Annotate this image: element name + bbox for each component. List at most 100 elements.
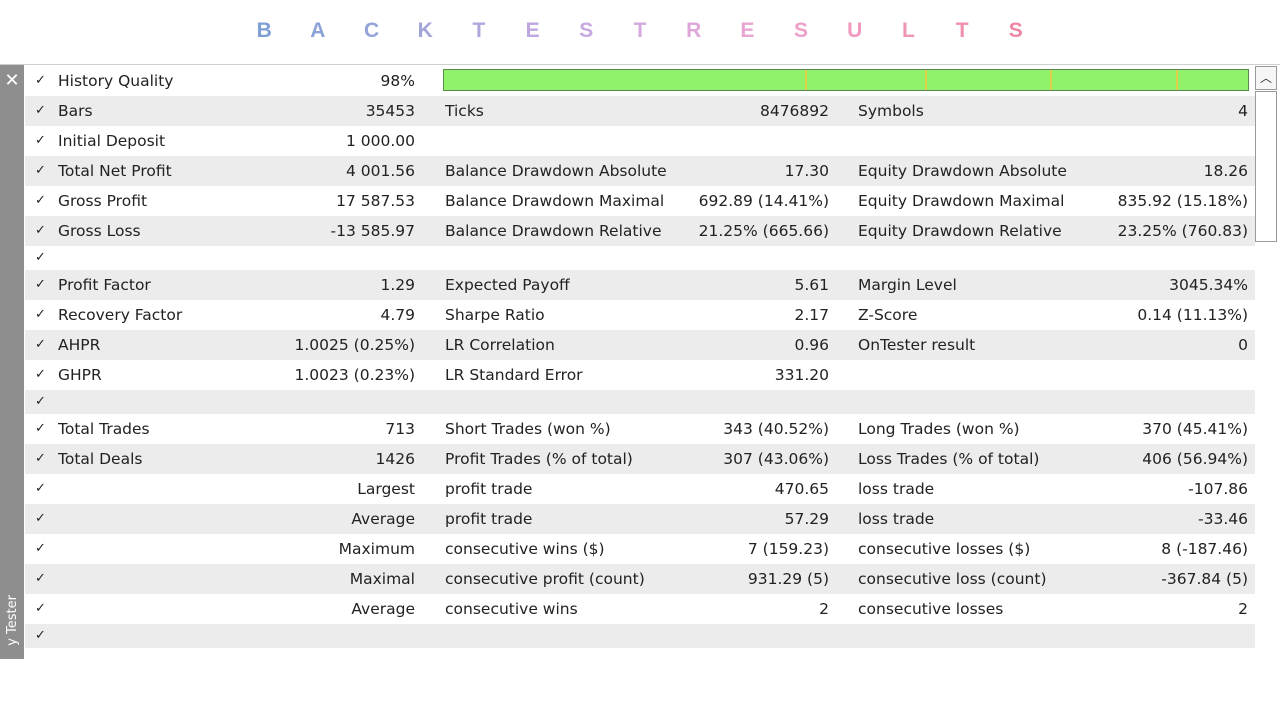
cell-label-1: Bars xyxy=(58,102,93,120)
title-letter: S xyxy=(794,19,809,42)
table-row: ✓ Average consecutive wins 2 consecutive los… xyxy=(25,594,1255,624)
cell-value-3: 23.25% (760.83) xyxy=(1117,222,1248,240)
table-row: ✓ Initial Deposit 1 000.00 xyxy=(25,126,1255,156)
check-icon[interactable]: ✓ xyxy=(35,624,49,648)
cell-value-3: 3045.34% xyxy=(1169,276,1248,294)
cell-value-2: 692.89 (14.41%) xyxy=(698,192,829,210)
check-icon[interactable]: ✓ xyxy=(35,504,49,534)
check-icon[interactable]: ✓ xyxy=(35,474,49,504)
check-icon[interactable]: ✓ xyxy=(35,126,49,156)
cell-value-1: Maximal xyxy=(349,570,415,588)
title-letter: C xyxy=(363,19,380,42)
table-row: ✓ History Quality 98% xyxy=(25,66,1255,96)
check-icon[interactable]: ✓ xyxy=(35,330,49,360)
check-icon[interactable]: ✓ xyxy=(35,390,49,414)
check-icon[interactable]: ✓ xyxy=(35,270,49,300)
title-letter: U xyxy=(847,19,863,42)
check-icon[interactable]: ✓ xyxy=(35,156,49,186)
check-icon[interactable]: ✓ xyxy=(35,216,49,246)
cell-value-3: -33.46 xyxy=(1198,510,1248,528)
cell-value-3: 4 xyxy=(1238,102,1248,120)
check-icon[interactable]: ✓ xyxy=(35,564,49,594)
cell-value-2: 7 (159.23) xyxy=(747,540,829,558)
title-letter: T xyxy=(633,19,647,42)
cell-value-2: 57.29 xyxy=(784,510,829,528)
cell-value-2: 470.65 xyxy=(774,480,829,498)
check-icon[interactable]: ✓ xyxy=(35,414,49,444)
cell-value-3: 835.92 (15.18%) xyxy=(1117,192,1248,210)
title-letter: R xyxy=(686,19,702,42)
check-icon[interactable]: ✓ xyxy=(35,186,49,216)
cell-value-3: 0 xyxy=(1238,336,1248,354)
cell-value-2: 343 (40.52%) xyxy=(723,420,829,438)
title-letter: T xyxy=(955,19,969,42)
cell-label-1: Total Trades xyxy=(58,420,150,438)
cell-value-2: 331.20 xyxy=(774,366,829,384)
cell-value-1: 713 xyxy=(385,420,415,438)
title-letter: E xyxy=(525,19,540,42)
table-row: ✓ xyxy=(25,624,1255,648)
cell-label-1: GHPR xyxy=(58,366,102,384)
results-table: ✓ History Quality 98% ✓ Bars 35453 Ticks 847689… xyxy=(25,66,1255,659)
title-letter: S xyxy=(579,19,594,42)
check-icon[interactable]: ✓ xyxy=(35,66,49,96)
check-icon[interactable]: ✓ xyxy=(35,96,49,126)
cell-value-1: Average xyxy=(351,600,415,618)
cell-label-1: History Quality xyxy=(58,72,174,90)
table-row: ✓ Recovery Factor 4.79 Sharpe Ratio 2.17 Z-Sc… xyxy=(25,300,1255,330)
cell-value-1: Maximum xyxy=(338,540,415,558)
title-letter: T xyxy=(472,19,486,42)
cell-value-1: 1 000.00 xyxy=(345,132,415,150)
table-row: ✓ Largest profit trade 470.65 loss trade -107… xyxy=(25,474,1255,504)
cell-value-3: 18.26 xyxy=(1203,162,1248,180)
cell-value-2: 17.30 xyxy=(784,162,829,180)
scroll-thumb[interactable] xyxy=(1255,91,1277,242)
tester-side-bar: ✕ y Tester xyxy=(0,65,24,659)
side-tab-label[interactable]: y Tester xyxy=(3,595,23,665)
check-icon[interactable]: ✓ xyxy=(35,594,49,624)
table-row: ✓ Total Deals 1426 Profit Trades (% of tota… xyxy=(25,444,1255,474)
title-letter: S xyxy=(1008,19,1023,42)
quality-gap-mark xyxy=(1050,70,1052,90)
table-row: ✓ Total Net Profit 4 001.56 Balance Drawdow… xyxy=(25,156,1255,186)
cell-value-1: 98% xyxy=(380,72,415,90)
vertical-scrollbar[interactable]: ︿ xyxy=(1255,66,1279,659)
cell-value-2: 307 (43.06%) xyxy=(723,450,829,468)
check-icon[interactable]: ✓ xyxy=(35,360,49,390)
cell-value-1: 35453 xyxy=(365,102,415,120)
check-icon[interactable]: ✓ xyxy=(35,444,49,474)
table-row: ✓ Average profit trade 57.29 loss trade -33.4… xyxy=(25,504,1255,534)
cell-value-1: 4 001.56 xyxy=(345,162,415,180)
table-row: ✓ Total Trades 713 Short Trades (won %) 343 … xyxy=(25,414,1255,444)
cell-value-1: 1.0023 (0.23%) xyxy=(294,366,416,384)
strategy-tester-panel: ✕ y Tester ✓ History Quality 98% ✓ Bars 35453… xyxy=(0,64,1280,659)
cell-value-1: 1.0025 (0.25%) xyxy=(294,336,416,354)
table-row: ✓ Maximal consecutive profit (count) 931.29… xyxy=(25,564,1255,594)
check-icon[interactable]: ✓ xyxy=(35,534,49,564)
table-row: ✓ Gross Profit 17 587.53 Balance Drawdown M… xyxy=(25,186,1255,216)
title-letter: K xyxy=(417,19,433,42)
history-quality-bar xyxy=(443,69,1249,91)
table-row: ✓ Profit Factor 1.29 Expected Payoff 5.61 Mar… xyxy=(25,270,1255,300)
table-row: ✓ AHPR 1.0025 (0.25%) LR Correlation 0.96 OnT… xyxy=(25,330,1255,360)
cell-value-1: 1.29 xyxy=(380,276,415,294)
table-row: ✓ GHPR 1.0023 (0.23%) LR Standard Error 331.… xyxy=(25,360,1255,390)
cell-value-2: 2 xyxy=(819,600,829,618)
table-row: ✓ xyxy=(25,390,1255,414)
check-icon[interactable]: ✓ xyxy=(35,300,49,330)
cell-label-1: Initial Deposit xyxy=(58,132,166,150)
page-title: BACKTESTRESULTS xyxy=(0,0,1280,62)
cell-value-3: -107.86 xyxy=(1188,480,1248,498)
cell-value-1: 1426 xyxy=(375,450,415,468)
cell-value-1: -13 585.97 xyxy=(330,222,415,240)
chevron-up-icon[interactable]: ︿ xyxy=(1255,66,1277,90)
cell-label-1: Recovery Factor xyxy=(58,306,183,324)
table-row: ✓ Bars 35453 Ticks 8476892 Symbols 4 xyxy=(25,96,1255,126)
cell-value-3: 406 (56.94%) xyxy=(1142,450,1248,468)
title-letter: L xyxy=(902,19,915,42)
table-row: ✓ xyxy=(25,246,1255,270)
table-row: ✓ Gross Loss -13 585.97 Balance Drawdown Re… xyxy=(25,216,1255,246)
cell-value-1: 4.79 xyxy=(380,306,415,324)
check-icon[interactable]: ✓ xyxy=(35,246,49,270)
close-icon[interactable]: ✕ xyxy=(0,69,24,93)
